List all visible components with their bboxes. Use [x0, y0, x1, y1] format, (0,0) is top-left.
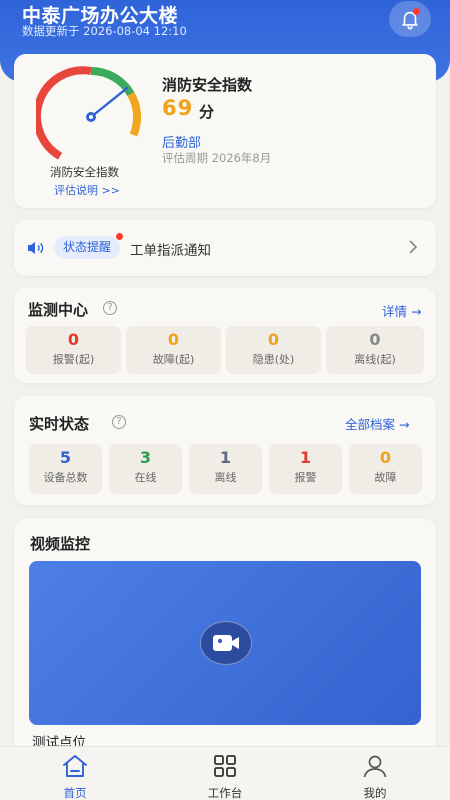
home-icon — [63, 755, 87, 777]
stat-value: 0 — [267, 330, 280, 349]
stat-value: 5 — [59, 448, 72, 467]
stat-label: 故障(起) — [152, 353, 195, 366]
stat-label: 离线(起) — [354, 353, 396, 366]
score-value: 69 — [162, 96, 194, 120]
realtime-stat-alarm[interactable]: 1 报警 — [269, 444, 342, 494]
stat-label: 故障 — [374, 471, 397, 484]
realtime-stat-online[interactable]: 3 在线 — [109, 444, 182, 494]
monitoring-details-link[interactable]: 详情 → — [382, 301, 421, 320]
tab-label: 首页 — [63, 786, 87, 800]
tab-mine[interactable]: 我的 — [340, 753, 410, 800]
stat-label: 隐患(处) — [252, 353, 295, 366]
realtime-stat-offline[interactable]: 1 离线 — [189, 444, 262, 494]
stat-value: 3 — [139, 448, 152, 467]
stat-value: 0 — [379, 448, 392, 467]
tab-label: 工作台 — [207, 786, 243, 800]
help-icon[interactable]: ? — [112, 415, 126, 429]
notification-dot — [413, 8, 420, 15]
stat-label: 报警 — [294, 471, 317, 484]
realtime-stat-fault[interactable]: 0 故障 — [349, 444, 422, 494]
stat-value: 0 — [67, 330, 80, 349]
video-preview[interactable] — [29, 561, 421, 725]
chevron-right-icon — [409, 240, 418, 254]
realtime-stat-total[interactable]: 5 设备总数 — [29, 444, 102, 494]
reminder-dot — [116, 233, 124, 240]
notification-button[interactable] — [389, 1, 431, 37]
score-title: 消防安全指数 — [162, 76, 253, 94]
video-monitoring-title: 视频监控 — [30, 535, 91, 553]
speaker-icon — [28, 242, 44, 254]
video-camera-button[interactable] — [200, 621, 252, 665]
notice-text: 工单指派通知 — [130, 243, 211, 259]
monitor-stat-alarm[interactable]: 0 报警(起) — [26, 326, 121, 374]
score-unit: 分 — [199, 103, 215, 121]
stat-value: 0 — [167, 330, 180, 349]
all-archives-link[interactable]: 全部档案 → — [345, 414, 409, 433]
monitoring-center-title: 监测中心 — [28, 301, 89, 319]
evaluation-explain-link[interactable]: 评估说明 >> — [54, 182, 120, 198]
evaluation-period: 评估周期 2026年8月 — [162, 151, 272, 165]
gauge-label: 消防安全指数 — [50, 165, 119, 179]
user-icon — [363, 755, 387, 778]
status-reminder-tag: 状态提醒 — [54, 233, 124, 259]
tab-home[interactable]: 首页 — [40, 753, 110, 800]
status-reminder-label: 状态提醒 — [63, 240, 112, 254]
stat-label: 设备总数 — [43, 471, 88, 484]
video-monitoring-card: 视频监控 测试点位 — [14, 519, 436, 759]
status-notice-bar[interactable]: 状态提醒 工单指派通知 — [14, 220, 436, 276]
monitor-stat-offline[interactable]: 0 离线(起) — [326, 326, 424, 374]
stat-label: 在线 — [134, 471, 157, 484]
stat-label: 报警(起) — [52, 353, 95, 366]
bottom-tab-bar: 首页 工作台 我的 — [0, 746, 450, 800]
safety-gauge — [36, 66, 142, 160]
safety-score-card: 消防安全指数 评估说明 >> 消防安全指数 69 分 后勤部 评估周期 2026… — [14, 54, 436, 208]
video-camera-icon — [213, 635, 239, 651]
stat-value: 0 — [369, 330, 381, 349]
stat-label: 离线 — [214, 471, 237, 484]
stat-value: 1 — [299, 448, 312, 467]
department-name[interactable]: 后勤部 — [162, 132, 201, 151]
grid-icon — [214, 755, 236, 777]
tab-workbench[interactable]: 工作台 — [190, 753, 260, 800]
tab-label: 我的 — [363, 786, 387, 800]
monitoring-center-card: 监测中心 ? 详情 → 0 报警(起) 0 故障(起) 0 隐患(处) 0 离线… — [14, 288, 436, 383]
update-time: 数据更新于 2026-08-04 12:10 — [22, 24, 187, 38]
stat-value: 1 — [219, 448, 232, 467]
realtime-status-title: 实时状态 — [29, 415, 90, 433]
monitor-stat-fault[interactable]: 0 故障(起) — [126, 326, 221, 374]
help-icon[interactable]: ? — [103, 301, 117, 315]
realtime-status-card: 实时状态 ? 全部档案 → 5 设备总数 3 在线 1 离线 1 报警 0 故障 — [14, 396, 436, 505]
monitor-stat-hazard[interactable]: 0 隐患(处) — [226, 326, 321, 374]
gauge-needle — [86, 86, 129, 122]
